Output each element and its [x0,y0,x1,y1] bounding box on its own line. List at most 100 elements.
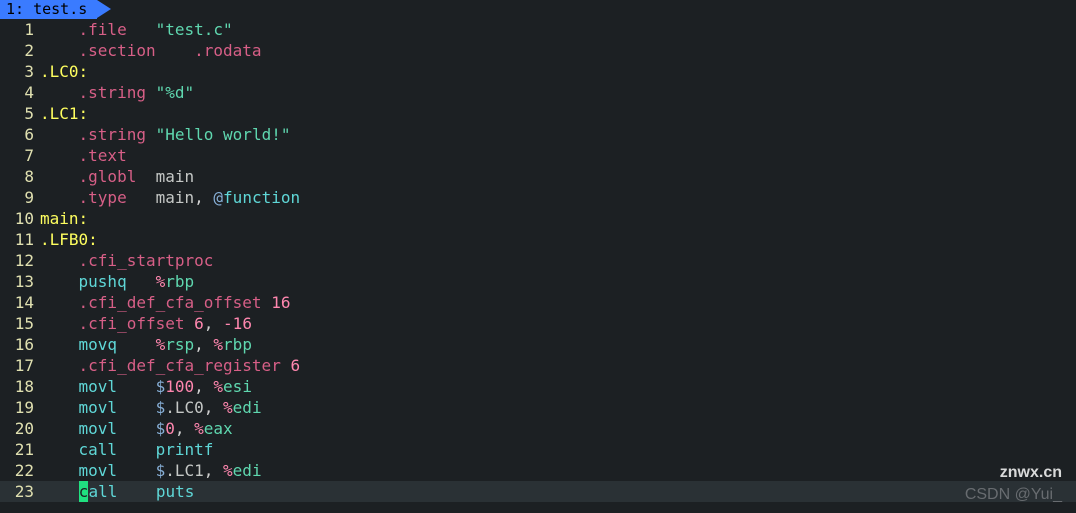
code-line[interactable]: 21 call printf [0,439,1076,460]
line-source: .file "test.c" [38,19,1076,40]
token-id: main [156,188,195,207]
token-id: .LC0 [165,398,204,417]
token-kw: movq [79,335,118,354]
token-reg: esi [223,377,252,396]
token-pale: , [204,461,223,480]
code-editor[interactable]: 1 .file "test.c"2 .section .rodata3.LC0:… [0,19,1076,502]
line-number: 4 [0,82,38,103]
token-reg: rsp [165,335,194,354]
line-source: .cfi_offset 6, -16 [38,313,1076,334]
line-source: .cfi_def_cfa_offset 16 [38,292,1076,313]
code-line[interactable]: 18 movl $100, %esi [0,376,1076,397]
token-num: 16 [271,293,290,312]
token-pct: % [223,398,233,417]
line-number: 1 [0,19,38,40]
token-str: "%d" [156,83,195,102]
line-source: movl $0, %eax [38,418,1076,439]
code-line[interactable]: 1 .file "test.c" [0,19,1076,40]
code-line[interactable]: 22 movl $.LC1, %edi [0,460,1076,481]
code-line[interactable]: 11.LFB0: [0,229,1076,250]
line-number: 10 [0,208,38,229]
code-line[interactable]: 17 .cfi_def_cfa_register 6 [0,355,1076,376]
token-dir: .cfi_def_cfa_offset [79,293,262,312]
code-line[interactable]: 20 movl $0, %eax [0,418,1076,439]
line-source: movq %rsp, %rbp [38,334,1076,355]
token-kw: pushq [79,272,127,291]
token-dir: .string [79,125,146,144]
code-line[interactable]: 3.LC0: [0,61,1076,82]
code-line[interactable]: 15 .cfi_offset 6, -16 [0,313,1076,334]
line-source: .LFB0: [38,229,1076,250]
token-dol: $ [156,419,166,438]
line-source: call printf [38,439,1076,460]
line-number: 5 [0,103,38,124]
tab-index: 1 [6,0,15,18]
code-line[interactable]: 8 .globl main [0,166,1076,187]
line-number: 11 [0,229,38,250]
token-kw: movl [79,398,118,417]
line-source: .cfi_def_cfa_register 6 [38,355,1076,376]
code-line[interactable]: 10main: [0,208,1076,229]
token-dir: .string [79,83,146,102]
token-dir: .rodata [194,41,261,60]
line-number: 15 [0,313,38,334]
line-source: .string "%d" [38,82,1076,103]
code-line[interactable]: 6 .string "Hello world!" [0,124,1076,145]
line-source: .section .rodata [38,40,1076,61]
token-num: 6 [290,356,300,375]
token-pale: , [175,419,194,438]
code-line[interactable]: 23 call puts [0,481,1076,502]
token-dir: .text [79,146,127,165]
token-pale: , [204,398,223,417]
line-source: movl $.LC0, %edi [38,397,1076,418]
token-str: "test.c" [156,20,233,39]
token-dir: .type [79,188,127,207]
code-line[interactable]: 16 movq %rsp, %rbp [0,334,1076,355]
token-dir: .cfi_def_cfa_register [79,356,281,375]
line-number: 8 [0,166,38,187]
code-line[interactable]: 14 .cfi_def_cfa_offset 16 [0,292,1076,313]
code-line[interactable]: 2 .section .rodata [0,40,1076,61]
token-kw: call [79,440,118,459]
line-source: .string "Hello world!" [38,124,1076,145]
token-id: .LC1 [165,461,204,480]
token-lbl: main: [40,209,88,228]
line-source: .LC0: [38,61,1076,82]
token-pct: % [156,272,166,291]
token-reg: rbp [165,272,194,291]
code-line[interactable]: 7 .text [0,145,1076,166]
token-reg: eax [204,419,233,438]
code-line[interactable]: 13 pushq %rbp [0,271,1076,292]
token-kw: movl [79,377,118,396]
line-number: 14 [0,292,38,313]
code-line[interactable]: 9 .type main, @function [0,187,1076,208]
line-source: .cfi_startproc [38,250,1076,271]
code-line[interactable]: 4 .string "%d" [0,82,1076,103]
line-number: 6 [0,124,38,145]
token-dir: .section [79,41,156,60]
line-source: call puts [38,481,1076,502]
code-line[interactable]: 12 .cfi_startproc [0,250,1076,271]
token-pale: , [194,188,213,207]
token-pale: , [194,335,213,354]
token-dir: .file [79,20,127,39]
token-str: "Hello world!" [156,125,291,144]
token-dol: $ [156,461,166,480]
line-number: 13 [0,271,38,292]
code-line[interactable]: 5.LC1: [0,103,1076,124]
line-number: 16 [0,334,38,355]
token-reg: edi [233,461,262,480]
line-number: 3 [0,61,38,82]
token-at: @ [213,188,223,207]
token-kw: movl [79,461,118,480]
tab-active[interactable]: 1: test.s [0,0,97,19]
line-source: movl $100, %esi [38,376,1076,397]
line-source: movl $.LC1, %edi [38,460,1076,481]
line-number: 2 [0,40,38,61]
line-number: 17 [0,355,38,376]
code-line[interactable]: 19 movl $.LC0, %edi [0,397,1076,418]
token-pct: % [213,377,223,396]
token-pct: % [223,461,233,480]
line-source: pushq %rbp [38,271,1076,292]
token-dir: .cfi_startproc [79,251,214,270]
